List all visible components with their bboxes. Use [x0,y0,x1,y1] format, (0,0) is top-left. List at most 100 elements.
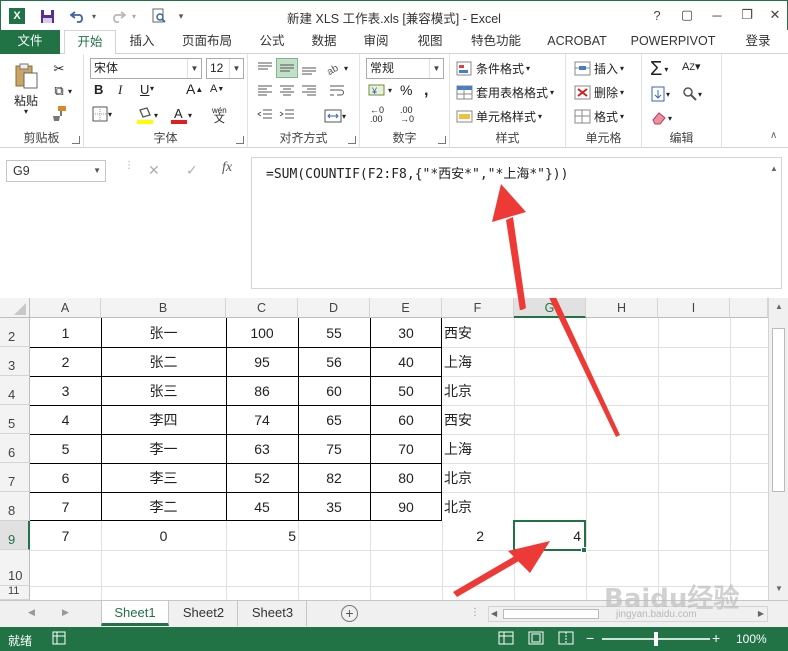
borders-icon[interactable]: ▾ [92,106,112,122]
sign-in-link[interactable]: 登录 [738,30,778,54]
insert-cells-button[interactable]: 插入 ▾ [574,60,624,77]
conditional-formatting-label: 条件格式 [476,62,525,76]
tab-insert[interactable]: 插入 [122,30,162,54]
align-right-icon[interactable] [300,84,318,98]
minimize-button[interactable]: ─ [705,5,729,25]
vertical-scroll-thumb[interactable] [772,328,785,492]
page-layout-view-icon[interactable] [528,631,544,648]
wrap-text-icon[interactable] [328,84,346,98]
sheet-tab-sheet3[interactable]: Sheet3 [239,601,307,626]
help-button[interactable]: ? [645,5,669,25]
font-name-select[interactable]: 宋体 ▼ [90,58,202,79]
sort-filter-icon[interactable]: A Z ▾ [682,60,700,74]
number-format-select[interactable]: 常规 ▼ [366,58,444,79]
shrink-font-button[interactable]: A ▼ [210,83,224,95]
align-bottom-icon[interactable] [300,60,318,76]
comma-style-icon[interactable]: , [424,82,428,100]
alignment-launcher-icon[interactable] [348,136,356,144]
name-box[interactable]: G9 ▼ [6,160,106,182]
new-sheet-button[interactable]: + [341,605,358,622]
copy-icon[interactable]: ⧉ ▾ [50,82,72,100]
format-painter-icon[interactable] [50,104,68,122]
scroll-left-icon[interactable]: ◀ [491,609,497,618]
tab-acrobat[interactable]: ACROBAT [542,30,612,54]
restore-icon[interactable]: ❐ [735,5,759,25]
spreadsheet-grid[interactable]: A B C D E F G H I 2 3 4 5 6 7 8 9 10 11 … [0,298,788,600]
format-cells-button[interactable]: 格式 ▾ [574,108,624,125]
delete-cells-button[interactable]: 删除 ▾ [574,84,624,101]
zoom-in-button[interactable]: + [712,630,720,646]
cell-styles-button[interactable]: 单元格样式 ▾ [456,108,542,125]
merge-center-icon[interactable]: ▾ [324,108,346,124]
scroll-up-icon[interactable]: ▲ [769,302,788,316]
tab-data[interactable]: 数据 [304,30,344,54]
vertical-scrollbar[interactable]: ▲ ▼ [768,298,788,600]
ribbon-display-options-icon[interactable]: ▢ [675,5,699,25]
font-color-icon[interactable]: A ▾ [170,106,192,124]
accounting-format-icon[interactable]: ¥ ▾ [368,82,392,98]
sheet-tab-sheet2[interactable]: Sheet2 [170,601,238,626]
tab-split-handle[interactable]: ⋮ [470,607,480,618]
find-select-icon[interactable]: ▾ [682,86,702,102]
formula-bar-resize-icon[interactable]: ⋮ [124,160,134,171]
zoom-out-button[interactable]: − [586,630,594,646]
horizontal-scroll-thumb[interactable] [503,609,599,619]
insert-function-button[interactable]: fx [222,160,232,176]
bold-button[interactable]: B [94,82,103,97]
expand-formula-bar-icon[interactable]: ▲ [770,164,778,173]
svg-text:A: A [174,106,183,121]
tab-view[interactable]: 视图 [410,30,450,54]
align-left-icon[interactable] [256,84,274,98]
italic-button[interactable]: I [118,82,122,98]
fill-color-icon[interactable]: ▾ [136,106,158,124]
align-middle-icon[interactable] [276,58,298,78]
zoom-level[interactable]: 100% [736,632,767,646]
align-top-icon[interactable] [256,60,274,76]
decrease-indent-icon[interactable] [256,108,274,122]
phonetic-guide-button[interactable]: wén 文 [212,106,227,125]
format-as-table-button[interactable]: 套用表格格式 ▾ [456,84,554,101]
tab-page-layout[interactable]: 页面布局 [176,30,238,54]
macro-record-icon[interactable] [52,631,66,648]
next-sheet-icon[interactable]: ▶ [62,607,69,618]
normal-view-icon[interactable] [498,631,514,648]
align-center-icon[interactable] [278,84,296,98]
tab-special-features[interactable]: 特色功能 [464,30,528,54]
paste-button[interactable]: 粘贴 ▾ [12,62,40,116]
tab-home[interactable]: 开始 [64,30,116,55]
font-name-value: 宋体 [94,61,119,75]
clear-icon[interactable]: ▾ [650,110,672,126]
underline-button[interactable]: U [140,82,149,97]
increase-indent-icon[interactable] [278,108,296,122]
grow-font-button[interactable]: A ▲ [186,81,203,97]
tab-formulas[interactable]: 公式 [252,30,292,54]
sheet-tab-sheet1[interactable]: Sheet1 [101,601,169,626]
number-launcher-icon[interactable] [438,136,446,144]
tab-review[interactable]: 审阅 [356,30,396,54]
collapse-ribbon-icon[interactable]: ∧ [770,130,777,141]
orientation-icon[interactable]: ab ▾ [324,60,348,76]
scroll-down-icon[interactable]: ▼ [769,584,788,598]
tab-file[interactable]: 文件 [0,30,60,54]
font-size-select[interactable]: 12 ▼ [206,58,244,79]
conditional-formatting-button[interactable]: 条件格式 ▾ [456,60,530,77]
clipboard-launcher-icon[interactable] [72,136,80,144]
font-launcher-icon[interactable] [236,136,244,144]
cancel-icon[interactable]: ✕ [148,162,160,179]
underline-dropdown-icon[interactable]: ▾ [150,84,154,93]
autosum-icon[interactable]: Σ ▾ [650,58,668,81]
status-bar: 就绪 − + 100% [0,627,788,651]
decrease-decimal-icon[interactable]: .00 →0 [400,106,414,124]
enter-icon[interactable]: ✓ [186,162,198,179]
percent-style-icon[interactable]: % [400,82,412,98]
close-button[interactable]: ✕ [763,5,787,25]
fill-icon[interactable]: ▾ [650,86,670,102]
page-break-view-icon[interactable] [558,631,574,648]
tab-powerpivot[interactable]: POWERPIVOT [628,30,718,54]
cut-icon[interactable]: ✂ [50,60,68,78]
scroll-right-icon[interactable]: ▶ [758,609,764,618]
increase-decimal-icon[interactable]: ←0.00 [370,106,384,124]
prev-sheet-icon[interactable]: ◀ [28,607,35,618]
zoom-slider[interactable] [602,632,710,646]
zoom-slider-thumb[interactable] [654,632,658,646]
